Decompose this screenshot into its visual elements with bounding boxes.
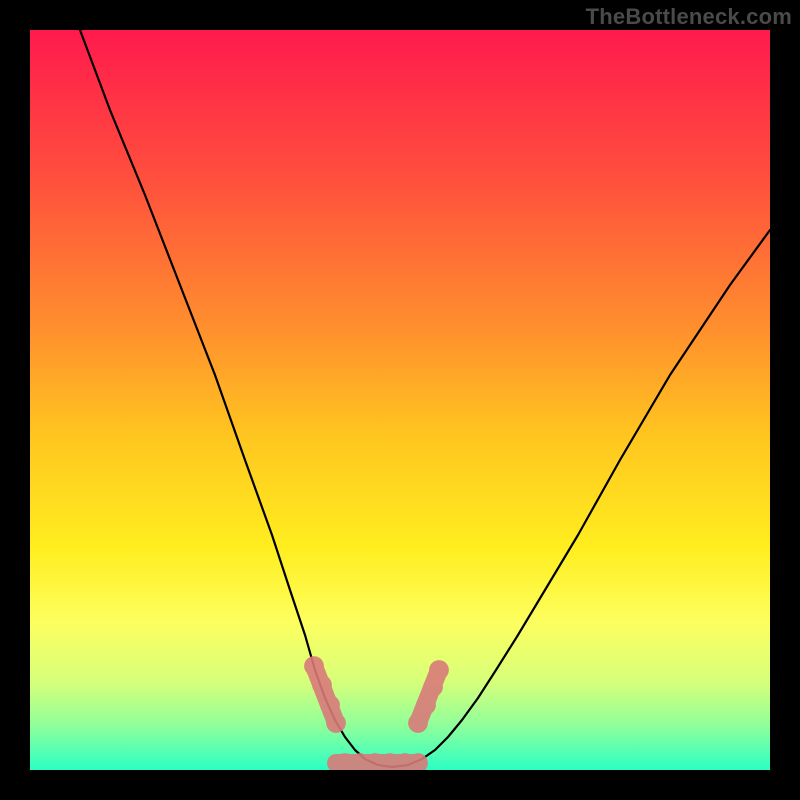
gradient-bg: [30, 30, 770, 770]
chart-svg: [30, 30, 770, 770]
watermark-text: TheBottleneck.com: [586, 4, 792, 30]
chart-frame: TheBottleneck.com: [0, 0, 800, 800]
plot-area: [30, 30, 770, 770]
